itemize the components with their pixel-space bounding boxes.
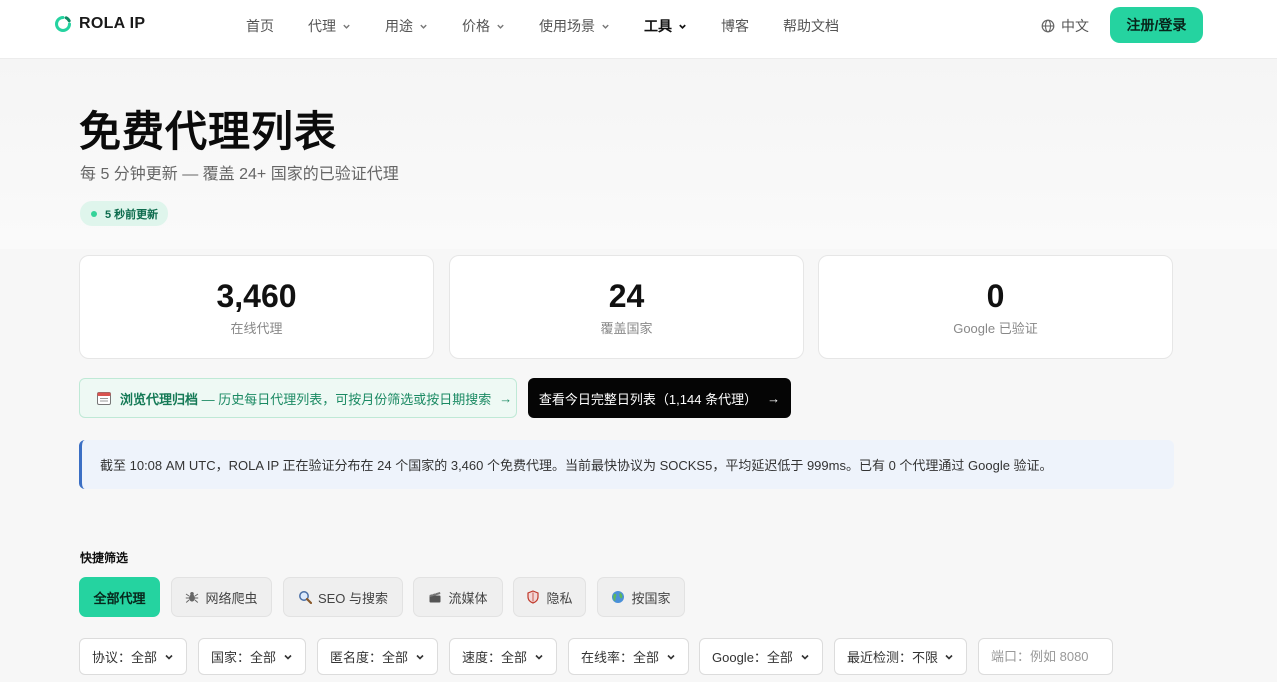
archive-link-desc: — 历史每日代理列表，可按月份筛选或按日期搜索 <box>198 391 492 407</box>
nav-item-label: 使用场景 <box>539 18 595 34</box>
select-value: 最近检测：不限 <box>847 650 939 665</box>
quick-filter-label: 快捷筛选 <box>80 551 129 565</box>
page-subtitle: 每 5 分钟更新 — 覆盖 24+ 国家的已验证代理 <box>80 166 399 183</box>
nav-item-label: 首页 <box>246 18 274 34</box>
select-value: 匿名度：全部 <box>330 650 409 665</box>
chevron-down-icon <box>284 654 292 660</box>
chip-all-proxies[interactable]: 全部代理 <box>79 577 160 617</box>
chevron-down-icon <box>679 24 686 29</box>
nav-item-pricing[interactable]: 价格 <box>462 16 505 36</box>
stat-value: 3,460 <box>216 278 297 314</box>
stat-label: 覆盖国家 <box>600 321 653 336</box>
select-value: 国家：全部 <box>211 650 277 665</box>
port-input[interactable] <box>978 638 1113 675</box>
anonymity-select[interactable]: 匿名度：全部 <box>317 638 438 675</box>
chevron-down-icon <box>343 24 350 29</box>
clapper-icon <box>429 591 441 603</box>
chip-label: 按国家 <box>631 590 671 606</box>
chip-by-country[interactable]: 按国家 <box>597 577 685 617</box>
status-notice-text: 截至 10:08 AM UTC，ROLA IP 正在验证分布在 24 个国家的 … <box>100 458 1053 473</box>
protocol-select[interactable]: 协议：全部 <box>79 638 187 675</box>
calendar-icon <box>97 392 111 405</box>
globe-icon <box>612 591 625 603</box>
nav-item-proxy[interactable]: 代理 <box>308 16 351 36</box>
chevron-down-icon <box>602 24 609 29</box>
chevron-down-icon <box>165 654 173 660</box>
chevron-down-icon <box>497 24 504 29</box>
globe-icon <box>1041 19 1055 33</box>
logo-icon <box>55 16 71 32</box>
google-select[interactable]: Google：全部 <box>699 638 823 675</box>
select-value: 速度：全部 <box>462 650 528 665</box>
spider-icon <box>186 592 199 603</box>
chevron-down-icon <box>801 654 809 660</box>
nav-item-home[interactable]: 首页 <box>246 16 274 36</box>
view-daily-list-button[interactable]: 查看今日完整日列表（1,144 条代理） → <box>528 378 791 418</box>
logo[interactable]: ROLA IP <box>54 15 145 33</box>
live-dot-icon <box>91 210 97 217</box>
nav-item-use-cases[interactable]: 使用场景 <box>539 16 610 36</box>
nav-item-label: 代理 <box>308 18 336 34</box>
language-label: 中文 <box>1061 18 1089 34</box>
top-navbar: ROLA IP 首页 代理 用途 价格 使用场景 工具 博客 帮助文档 中文 注… <box>0 0 1277 59</box>
chevron-down-icon <box>420 24 427 29</box>
nav-item-label: 用途 <box>385 18 413 34</box>
select-value: 协议：全部 <box>92 650 158 665</box>
nav-item-label: 帮助文档 <box>783 18 839 34</box>
arrow-right-icon: → <box>499 390 513 406</box>
daily-button-label: 查看今日完整日列表（1,144 条代理） <box>538 391 758 407</box>
chevron-down-icon <box>667 654 675 660</box>
chip-streaming[interactable]: 流媒体 <box>413 577 503 617</box>
chevron-down-icon <box>416 654 424 660</box>
status-notice: 截至 10:08 AM UTC，ROLA IP 正在验证分布在 24 个国家的 … <box>79 440 1174 489</box>
speed-select[interactable]: 速度：全部 <box>449 638 557 675</box>
archive-link-text: 浏览代理归档 — 历史每日代理列表，可按月份筛选或按日期搜索 <box>120 389 491 408</box>
nav-item-tools[interactable]: 工具 <box>644 16 687 36</box>
stat-card-online-proxies: 3,460 在线代理 <box>79 255 434 359</box>
chip-label: 网络爬虫 <box>205 590 258 606</box>
chip-label: 流媒体 <box>448 590 488 606</box>
page-title: 免费代理列表 <box>79 108 338 155</box>
nav-item-label: 价格 <box>462 18 490 34</box>
chip-seo-search[interactable]: SEO 与搜索 <box>283 577 403 617</box>
proxy-archive-link[interactable]: 浏览代理归档 — 历史每日代理列表，可按月份筛选或按日期搜索 → <box>79 378 517 418</box>
nav-item-blog[interactable]: 博客 <box>721 16 749 36</box>
chip-label: 全部代理 <box>93 590 146 606</box>
nav-item-usage[interactable]: 用途 <box>385 16 428 36</box>
chip-web-scraping[interactable]: 网络爬虫 <box>171 577 272 617</box>
select-value: Google：全部 <box>712 650 793 665</box>
select-value: 在线率：全部 <box>581 650 660 665</box>
stat-label: 在线代理 <box>230 321 283 336</box>
chevron-down-icon <box>945 654 953 660</box>
nav-item-label: 工具 <box>644 18 672 34</box>
arrow-right-icon: → <box>767 390 781 406</box>
update-status-text: 5 秒前更新 <box>105 208 159 221</box>
chip-privacy[interactable]: 隐私 <box>513 577 586 617</box>
chip-label: 隐私 <box>546 590 573 606</box>
brand-name: ROLA IP <box>79 15 146 32</box>
nav-item-docs[interactable]: 帮助文档 <box>783 16 839 36</box>
archive-link-title: 浏览代理归档 <box>120 391 199 407</box>
nav-item-label: 博客 <box>721 18 749 34</box>
language-switcher[interactable]: 中文 <box>1041 16 1089 36</box>
main-nav: 首页 代理 用途 价格 使用场景 工具 博客 帮助文档 <box>246 16 839 36</box>
stat-label: Google 已验证 <box>953 321 1038 336</box>
stat-card-google-verified: 0 Google 已验证 <box>818 255 1173 359</box>
stat-card-countries: 24 覆盖国家 <box>449 255 804 359</box>
magnifier-icon <box>299 591 312 604</box>
signup-login-button[interactable]: 注册/登录 <box>1110 7 1203 43</box>
stat-value: 24 <box>608 278 645 314</box>
update-status-badge: 5 秒前更新 <box>80 201 169 226</box>
chip-label: SEO 与搜索 <box>317 590 389 606</box>
shield-icon <box>527 590 540 604</box>
last-checked-select[interactable]: 最近检测：不限 <box>834 638 967 675</box>
country-select[interactable]: 国家：全部 <box>198 638 306 675</box>
stat-value: 0 <box>986 278 1005 314</box>
chevron-down-icon <box>535 654 543 660</box>
uptime-select[interactable]: 在线率：全部 <box>568 638 689 675</box>
